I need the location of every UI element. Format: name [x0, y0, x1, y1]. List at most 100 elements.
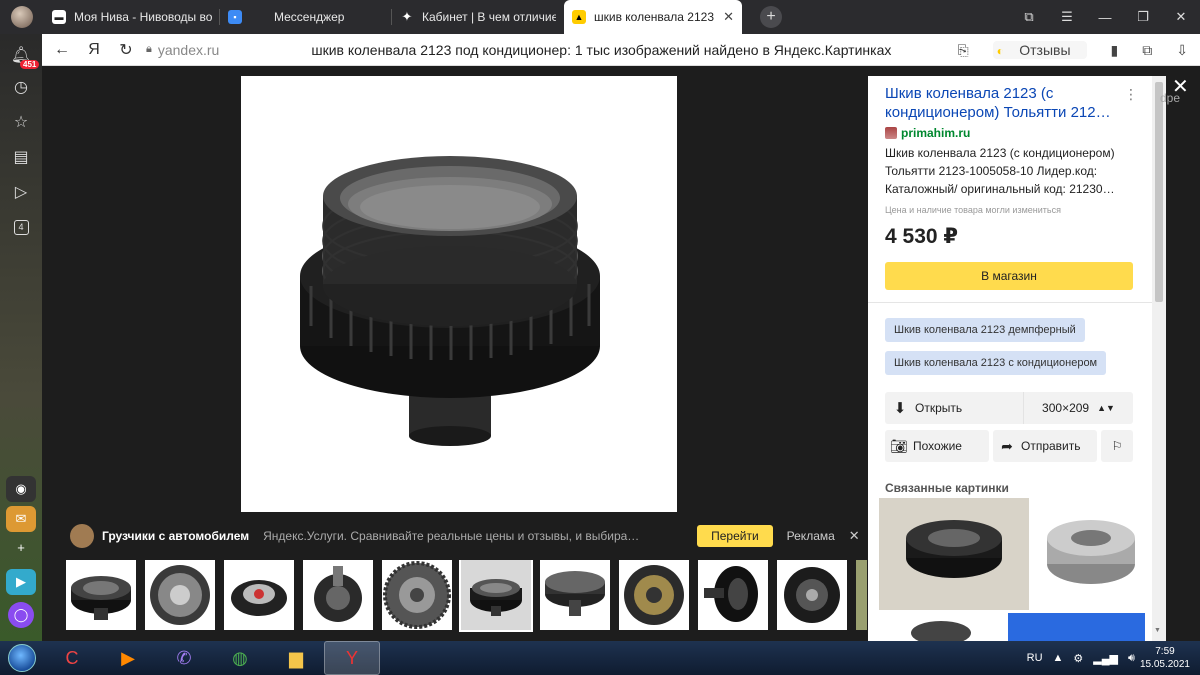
translate-icon[interactable]: ⎘ [957, 42, 968, 59]
explorer-icon[interactable]: ▆ [268, 641, 324, 675]
minimize-button[interactable]: — [1086, 10, 1124, 25]
tab-messenger[interactable]: ▪ Мессенджер [220, 0, 392, 34]
divider [868, 302, 1152, 303]
system-tray: RU ▲ ⚙ ▂▄▆ 🔊︎ 7:59 15.05.2021 [1022, 641, 1200, 675]
size-select[interactable]: 300×209 ▲▼ [1023, 392, 1133, 424]
size-value: 300×209 [1042, 401, 1090, 415]
thumbnail[interactable] [619, 560, 689, 630]
related-image[interactable] [1008, 613, 1145, 641]
tab-yandex-images[interactable]: ▲ шкив коленвала 2123 п ✕ [564, 0, 742, 34]
thumbnail[interactable] [145, 560, 215, 630]
thumbnail-selected[interactable] [459, 560, 533, 632]
thumbnail[interactable] [224, 560, 294, 630]
url-field[interactable]: 🔒︎ yandex.ru [146, 42, 219, 58]
scroll-down-icon[interactable]: ▼ [1154, 627, 1161, 634]
product-title-link[interactable]: Шкив коленвала 2123 (с кондиционером) То… [885, 84, 1130, 122]
history-button[interactable]: ◷ [0, 72, 42, 102]
address-actions: ⎘ ◐ Отзывы ▮ ⧉ ⇩ [945, 34, 1200, 66]
ccleaner-icon[interactable]: C [44, 641, 100, 675]
player-button[interactable]: ▷ [0, 177, 42, 207]
site-favicon-icon [885, 127, 897, 139]
clock[interactable]: 7:59 15.05.2021 [1140, 645, 1190, 671]
open-label: Открыть [915, 401, 963, 415]
alice-chat-app-icon[interactable]: ◉ [6, 476, 36, 502]
thumbnail[interactable] [698, 560, 768, 630]
viber-icon[interactable]: ✆ [156, 641, 212, 675]
tabs-menu-icon[interactable]: ⧉ [1010, 9, 1048, 25]
scrollbar-thumb[interactable] [1155, 82, 1163, 302]
clock-icon: ◷ [14, 79, 28, 96]
alice-icon[interactable]: ◯ [8, 602, 34, 628]
url-host: yandex.ru [157, 41, 220, 58]
yandex-browser-icon[interactable]: Y [324, 641, 380, 675]
add-app-icon[interactable]: + [6, 534, 36, 560]
bookmark-image-button[interactable]: ⚐ [1101, 430, 1133, 462]
related-image[interactable] [1037, 498, 1145, 610]
browser-sidebar: 🔔︎ 451 ◷ ☆ ▤ ▷ 4 ◉ ✉ + ▶ ◯ [0, 34, 42, 641]
go-to-shop-button[interactable]: В магазин [885, 262, 1133, 290]
site-link[interactable]: primahim.ru [885, 126, 970, 140]
reviews-button[interactable]: ◐ Отзывы [992, 41, 1087, 59]
thumbnail[interactable] [66, 560, 136, 630]
tray-expand-icon[interactable]: ▲ [1053, 652, 1064, 664]
start-button[interactable] [0, 641, 44, 675]
chrome-icon[interactable]: ◍ [212, 641, 268, 675]
star-icon: ☆ [13, 114, 29, 131]
download-icon[interactable]: ⇩ [1176, 42, 1188, 59]
share-button[interactable]: ➦ Отправить [993, 430, 1097, 462]
maximize-button[interactable]: ❐ [1124, 9, 1162, 25]
thumbnail[interactable] [856, 560, 867, 630]
bookmark-icon[interactable]: ▮ [1111, 42, 1119, 59]
ad-description[interactable]: Яндекс.Услуги. Сравнивайте реальные цены… [263, 529, 643, 543]
main-image[interactable] [241, 76, 677, 512]
signal-icon[interactable]: ▂▄▆ [1093, 652, 1118, 665]
extensions-icon[interactable]: ⧉ [1142, 42, 1152, 59]
yandex-logo-button[interactable]: Я [78, 41, 110, 59]
reviews-icon: ◐ [996, 44, 1004, 58]
updown-icon: ▲▼ [1097, 403, 1115, 413]
thumbnail[interactable] [540, 560, 610, 630]
thumbnail[interactable] [777, 560, 847, 630]
network-app-icon[interactable]: ⚙ [1073, 652, 1083, 665]
thumbnail[interactable] [303, 560, 373, 630]
pulley-image [241, 76, 677, 512]
more-options-icon[interactable]: ⋮ [1124, 86, 1138, 103]
tab-cabinet[interactable]: ✦ Кабинет | В чем отличие [392, 0, 564, 34]
similar-button[interactable]: 📷︎ Похожие [885, 430, 989, 462]
profile-avatar[interactable] [0, 0, 44, 34]
close-window-button[interactable]: ✕ [1162, 9, 1200, 25]
close-tab-icon[interactable]: ✕ [723, 9, 734, 25]
collections-button[interactable]: 4 [0, 212, 42, 242]
notifications-button[interactable]: 🔔︎ 451 [0, 40, 42, 70]
ad-close-icon[interactable]: ✕ [849, 528, 860, 544]
bookmarks-button[interactable]: ☆ [0, 107, 42, 137]
related-image[interactable] [879, 498, 1029, 610]
ad-go-button[interactable]: Перейти [697, 525, 773, 547]
download-arrow-icon: ⬇ [893, 400, 907, 417]
language-indicator[interactable]: RU [1027, 652, 1043, 664]
query-chip[interactable]: Шкив коленвала 2123 демпферный [885, 318, 1085, 342]
yandex-images-icon: ▲ [572, 10, 586, 24]
browser-menu-icon[interactable]: ☰ [1048, 9, 1086, 25]
list-icon: ▤ [13, 149, 29, 166]
related-image[interactable] [879, 613, 1029, 641]
tab-niva[interactable]: ▬ Моя Нива - Нивоводы во [44, 0, 220, 34]
open-image-button[interactable]: ⬇ Открыть 300×209 ▲▼ [885, 392, 1133, 424]
volume-icon[interactable]: 🔊︎ [1128, 652, 1135, 665]
messenger-app-icon[interactable]: ▶ [6, 569, 36, 595]
price-note: Цена и наличие товара могли измениться [885, 205, 1061, 215]
ad-title[interactable]: Грузчики с автомобилем [102, 529, 249, 543]
collections-list-button[interactable]: ▤ [0, 142, 42, 172]
back-button[interactable]: ← [46, 41, 78, 59]
thumbnail[interactable] [382, 560, 452, 630]
media-player-icon[interactable]: ▶ [100, 641, 156, 675]
panel-scrollbar[interactable]: ▼ [1152, 76, 1166, 641]
taskbar: C ▶ ✆ ◍ ▆ Y RU ▲ ⚙ ▂▄▆ 🔊︎ 7:59 15.05.202… [0, 641, 1200, 675]
query-chip[interactable]: Шкив коленвала 2123 с кондиционером [885, 351, 1107, 375]
tab-label: Моя Нива - Нивоводы во [74, 10, 212, 24]
product-price: 4 530 ₽ [885, 225, 958, 248]
share-arrow-icon: ➦ [1001, 437, 1013, 454]
new-tab-button[interactable]: + [760, 6, 782, 28]
reload-button[interactable]: ↻ [110, 40, 142, 60]
mail-app-icon[interactable]: ✉ [6, 506, 36, 532]
